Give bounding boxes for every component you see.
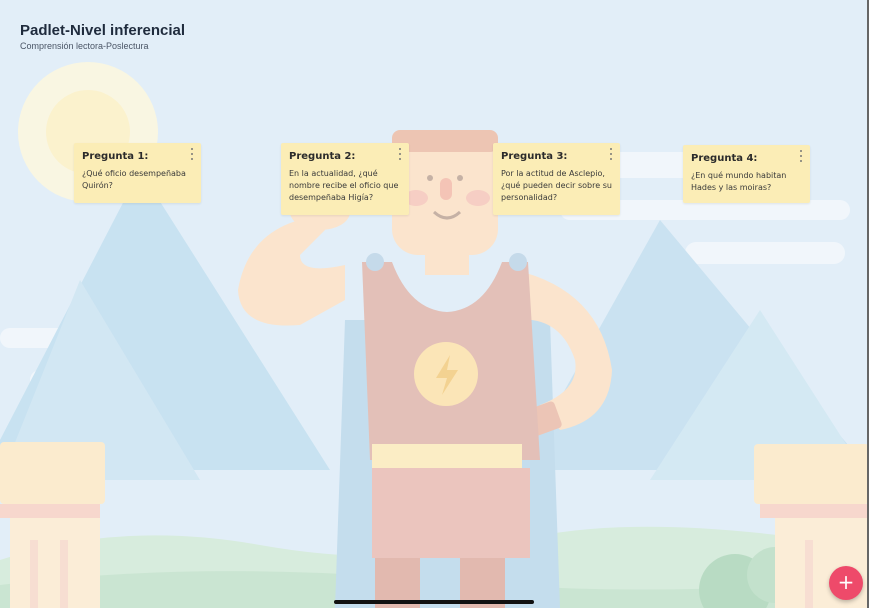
home-indicator <box>334 600 534 604</box>
board-header: Padlet-Nivel inferencial Comprensión lec… <box>20 22 185 51</box>
background-illustration <box>0 0 869 608</box>
post-title: Pregunta 4: <box>691 153 758 164</box>
more-options-icon[interactable] <box>798 150 804 162</box>
post-card-1[interactable]: Pregunta 1: ¿Qué oficio desempeñaba Quir… <box>74 143 201 203</box>
board-title: Padlet-Nivel inferencial <box>20 22 186 39</box>
post-title: Pregunta 1: <box>82 151 149 162</box>
post-body: ¿Qué oficio desempeñaba Quirón? <box>82 169 186 190</box>
padlet-board: Padlet-Nivel inferencial Comprensión lec… <box>0 0 869 608</box>
post-title: Pregunta 3: <box>501 151 568 162</box>
more-options-icon[interactable] <box>397 148 403 160</box>
post-body: En la actualidad, ¿qué nombre recibe el … <box>289 169 399 202</box>
board-subtitle: Comprensión lectora-Poslectura <box>20 41 149 51</box>
add-post-button[interactable]: + <box>829 566 863 600</box>
post-body: Por la actitud de Asclepio, ¿qué pueden … <box>501 169 612 202</box>
more-options-icon[interactable] <box>608 148 614 160</box>
post-card-4[interactable]: Pregunta 4: ¿En qué mundo habitan Hades … <box>683 145 810 203</box>
post-body: ¿En qué mundo habitan Hades y las moiras… <box>691 171 787 192</box>
post-card-2[interactable]: Pregunta 2: En la actualidad, ¿qué nombr… <box>281 143 409 215</box>
plus-icon: + <box>837 570 855 594</box>
post-title: Pregunta 2: <box>289 151 356 162</box>
more-options-icon[interactable] <box>189 148 195 160</box>
post-card-3[interactable]: Pregunta 3: Por la actitud de Asclepio, … <box>493 143 620 215</box>
